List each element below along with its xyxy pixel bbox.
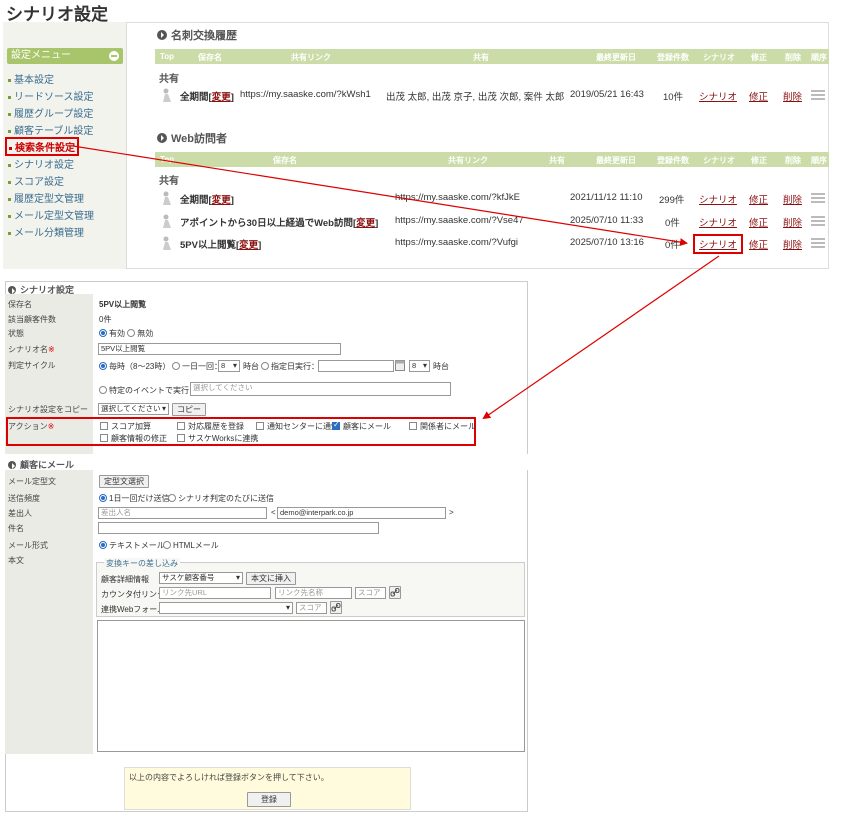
arrow-to-scenario-link	[72, 145, 688, 247]
arrow-to-action-row	[482, 255, 720, 420]
annotation-arrows	[72, 145, 720, 420]
